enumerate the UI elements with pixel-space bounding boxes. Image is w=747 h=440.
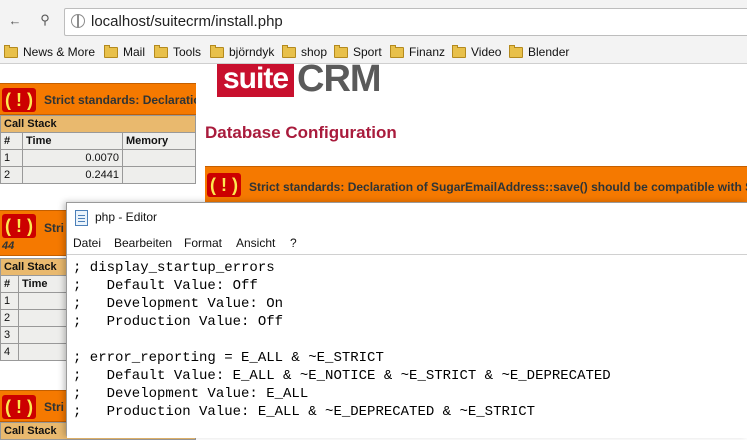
editor-window[interactable]: php - Editor Datei Bearbeiten Format Ans… — [66, 202, 747, 438]
globe-icon — [71, 14, 85, 28]
editor-title: php - Editor — [95, 210, 158, 224]
error-icon: ( ! ) — [2, 395, 36, 419]
col-number: # — [0, 132, 23, 150]
text-line: ; Production Value: E_ALL & ~E_DEPRECATE… — [73, 404, 536, 420]
menu-help[interactable]: ? — [290, 236, 297, 250]
bookmark-video[interactable]: Video — [452, 44, 501, 60]
text-line: ; Production Value: Off — [73, 314, 284, 330]
browser-navbar: ← ⚲ localhost/suitecrm/install.php — [0, 0, 747, 41]
notepad-icon — [75, 210, 88, 226]
logo-suite-text: suite — [217, 64, 295, 97]
folder-icon — [154, 44, 168, 58]
error-icon: ( ! ) — [2, 88, 36, 112]
folder-icon — [334, 44, 348, 58]
text-line: ; Default Value: Off — [73, 278, 258, 294]
error-message: Stri — [44, 221, 65, 235]
error-icon: ( ! ) — [207, 173, 241, 197]
col-number: # — [0, 275, 19, 293]
error-icon: ( ! ) — [2, 214, 36, 238]
error-message: Strict standards: Declaration — [44, 93, 196, 107]
folder-icon — [282, 44, 296, 58]
col-time: Time — [22, 132, 123, 150]
key-icon[interactable]: ⚲ — [34, 9, 56, 31]
call-stack-title: Call Stack — [0, 115, 196, 133]
editor-menubar: Datei Bearbeiten Format Ansicht ? — [67, 232, 747, 253]
editor-text-area[interactable]: ; display_startup_errors ; Default Value… — [67, 254, 747, 438]
folder-icon — [104, 44, 118, 58]
table-row: 1 0.0070 — [0, 149, 196, 167]
table-row: 2 0.2441 — [0, 166, 196, 184]
editor-titlebar[interactable]: php - Editor — [67, 203, 747, 232]
folder-icon — [210, 44, 224, 58]
error-message: Stri — [44, 400, 65, 414]
bookmark-finanz[interactable]: Finanz — [390, 44, 445, 60]
error-bar: ( ! ) Strict standards: Declaration — [0, 83, 196, 115]
bookmark-blender[interactable]: Blender — [509, 44, 569, 60]
text-line: ; Development Value: E_ALL — [73, 386, 309, 402]
menu-datei[interactable]: Datei — [73, 236, 101, 250]
bookmark-mail[interactable]: Mail — [104, 44, 145, 60]
text-line: ; display_startup_errors — [73, 260, 275, 276]
back-arrow-icon[interactable]: ← — [4, 9, 26, 31]
text-line: ; Default Value: E_ALL & ~E_NOTICE & ~E_… — [73, 368, 611, 384]
logo-crm-text: CRM — [297, 58, 382, 100]
address-bar[interactable]: localhost/suitecrm/install.php — [64, 8, 747, 36]
text-line: ; error_reporting = E_ALL & ~E_STRICT — [73, 350, 384, 366]
page-title: Database Configuration — [205, 123, 397, 142]
folder-icon — [390, 44, 404, 58]
text-line: ; Development Value: On — [73, 296, 284, 312]
menu-format[interactable]: Format — [184, 236, 222, 250]
menu-ansicht[interactable]: Ansicht — [236, 236, 275, 250]
error-bar: ( ! ) Strict standards: Declaration of S… — [205, 166, 747, 206]
error-message: Strict standards: Declaration of SugarEm… — [249, 180, 747, 194]
bookmark-bjorndyk[interactable]: björndyk — [210, 44, 274, 60]
error-line-number: 44 — [2, 240, 15, 252]
folder-icon — [452, 44, 466, 58]
col-memory: Memory — [122, 132, 196, 150]
url-text: localhost/suitecrm/install.php — [91, 13, 283, 30]
suitecrm-logo: suite CRM — [217, 58, 382, 100]
menu-bearbeiten[interactable]: Bearbeiten — [114, 236, 172, 250]
bookmark-news-more[interactable]: News & More — [4, 44, 95, 60]
folder-icon — [4, 44, 18, 58]
bookmark-tools[interactable]: Tools — [154, 44, 201, 60]
call-stack-table: Call Stack # Time Memory 1 0.0070 2 0.2441 — [0, 115, 196, 184]
folder-icon — [509, 44, 523, 58]
